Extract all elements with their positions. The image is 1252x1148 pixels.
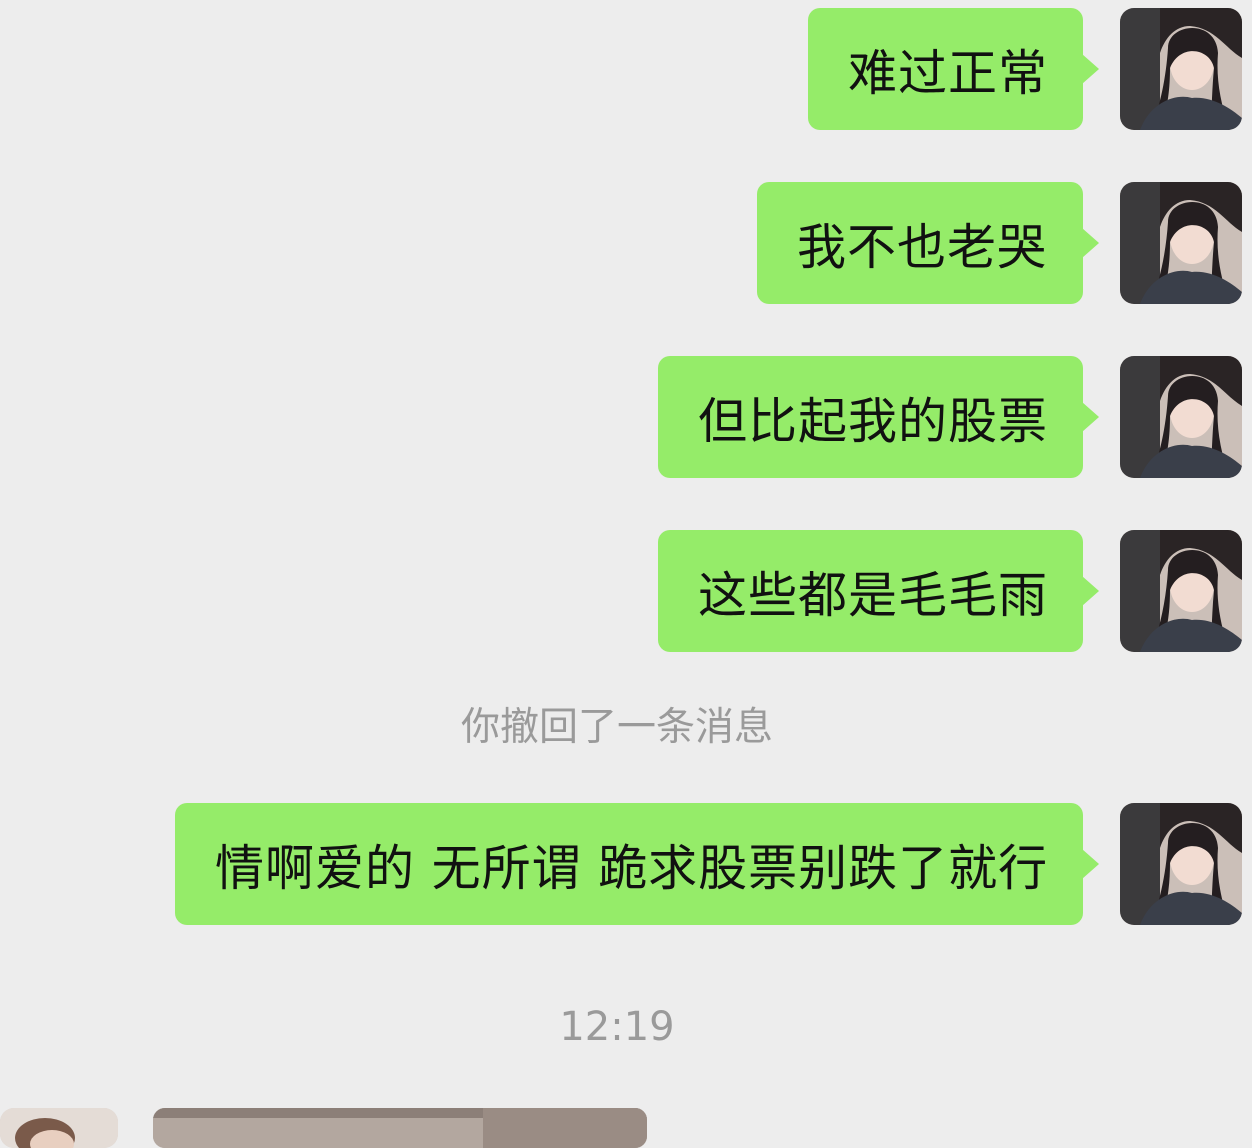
timestamp: 12:19 xyxy=(559,1004,675,1050)
avatar-image xyxy=(1120,530,1242,652)
message-row: 情啊爱的 无所谓 跪求股票别跌了就行 xyxy=(0,803,1252,927)
user-avatar[interactable] xyxy=(1120,182,1242,304)
user-avatar[interactable] xyxy=(1120,530,1242,652)
recall-notice: 你撤回了一条消息 xyxy=(460,705,773,750)
message-bubble[interactable]: 难过正常 xyxy=(808,8,1099,130)
user-avatar[interactable] xyxy=(1120,803,1242,925)
message-bubble[interactable]: 我不也老哭 xyxy=(757,182,1099,304)
message-bubble[interactable]: 但比起我的股票 xyxy=(658,356,1099,478)
user-avatar[interactable] xyxy=(1120,8,1242,130)
avatar-image xyxy=(1120,182,1242,304)
message-row: 这些都是毛毛雨 xyxy=(0,530,1252,654)
contact-avatar[interactable] xyxy=(0,1108,118,1148)
message-row: 我不也老哭 xyxy=(0,182,1252,306)
message-bubble[interactable]: 情啊爱的 无所谓 跪求股票别跌了就行 xyxy=(175,803,1099,925)
message-bubble[interactable]: 这些都是毛毛雨 xyxy=(658,530,1099,652)
incoming-image-message[interactable] xyxy=(153,1108,647,1148)
image-thumbnail xyxy=(153,1108,647,1148)
avatar-image xyxy=(1120,8,1242,130)
user-avatar[interactable] xyxy=(1120,356,1242,478)
message-row: 难过正常 xyxy=(0,8,1252,132)
message-row: 但比起我的股票 xyxy=(0,356,1252,480)
contact-avatar-image xyxy=(0,1108,118,1148)
avatar-image xyxy=(1120,356,1242,478)
avatar-image xyxy=(1120,803,1242,925)
